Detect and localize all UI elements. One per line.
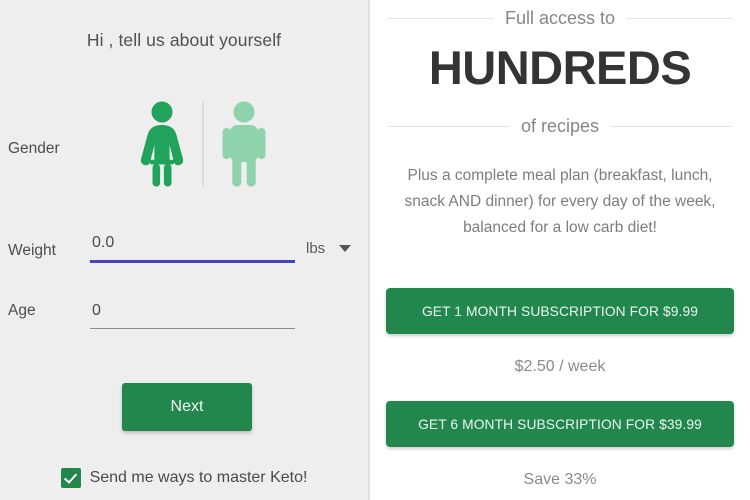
heading-bottom-text: of recipes [520, 116, 600, 136]
subscription-offer-panel: Full access to HUNDREDS of recipes Plus … [370, 0, 750, 500]
age-label: Age [8, 302, 36, 319]
promo-description: Plus a complete meal plan (breakfast, lu… [404, 167, 716, 236]
weight-input-underline [90, 260, 295, 263]
gender-selector [128, 98, 278, 190]
gender-option-female[interactable] [131, 98, 193, 190]
chevron-down-icon [339, 245, 352, 252]
page-title: Hi , tell us about yourself [86, 30, 282, 50]
weight-row: Weight 0.0 lbs [0, 232, 368, 272]
subscribe-1-month-button[interactable]: GET 1 MONTH SUBSCRIPTION FOR $9.99 [386, 288, 734, 334]
weight-field-wrapper: 0.0 [90, 232, 295, 263]
gender-divider [202, 102, 204, 186]
age-input-underline [90, 328, 295, 330]
gender-option-male[interactable] [213, 98, 275, 190]
app-screen: Hi , tell us about yourself Gender Weigh… [0, 0, 750, 500]
heading-top-text: Full access to [504, 8, 616, 28]
newsletter-checkbox-row[interactable]: Send me ways to master Keto! [0, 468, 368, 488]
weight-unit-dropdown[interactable]: lbs [306, 240, 352, 257]
rule-right [610, 126, 733, 127]
hero-headline: HUNDREDS [428, 41, 692, 94]
rule-left [388, 18, 494, 19]
rule-right [626, 18, 733, 19]
gender-label: Gender [8, 140, 60, 157]
female-figure-icon [140, 101, 184, 187]
onboarding-form-panel: Hi , tell us about yourself Gender Weigh… [0, 0, 368, 500]
rule-left [388, 126, 510, 127]
age-input[interactable]: 0 [90, 300, 295, 328]
weight-unit-value: lbs [306, 240, 326, 257]
age-field-wrapper: 0 [90, 300, 295, 330]
weight-input[interactable]: 0.0 [90, 232, 295, 260]
gender-row: Gender [0, 98, 368, 190]
heading-of-recipes: of recipes [370, 116, 750, 137]
checkmark-icon[interactable] [60, 468, 81, 488]
price-note-6-month: Save 33% [523, 471, 597, 488]
age-row: Age 0 [0, 300, 368, 340]
next-button[interactable]: Next [122, 383, 252, 431]
heading-full-access: Full access to [370, 8, 750, 29]
male-figure-icon [222, 101, 266, 187]
price-note-1-month: $2.50 / week [514, 358, 606, 375]
newsletter-label: Send me ways to master Keto! [89, 469, 308, 486]
subscribe-6-month-button[interactable]: GET 6 MONTH SUBSCRIPTION FOR $39.99 [386, 401, 734, 447]
weight-label: Weight [8, 242, 56, 259]
